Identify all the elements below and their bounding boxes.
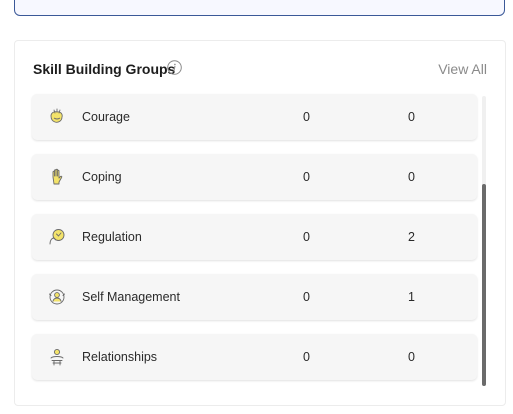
group-label: Regulation [82,230,142,244]
group-value-2: 1 [408,290,415,304]
group-row-relationships[interactable]: Relationships 0 0 [32,334,477,380]
group-value-1: 0 [303,290,310,304]
group-row-regulation[interactable]: Regulation 0 2 [32,214,477,260]
scrollbar-thumb[interactable] [482,184,486,386]
group-label: Coping [82,170,122,184]
group-label: Courage [82,110,130,124]
relationships-icon [50,348,64,366]
self-management-icon [49,289,65,305]
group-label: Relationships [82,350,158,364]
regulation-icon [49,229,65,245]
info-icon[interactable] [167,60,182,75]
group-row-self-management[interactable]: Self Management 0 1 [32,274,477,320]
courage-icon [50,108,63,123]
groups-list[interactable]: Courage 0 0 Coping 0 0 Regulation 0 2 Se… [32,94,477,405]
coping-icon [52,168,63,185]
group-value-1: 0 [303,170,310,184]
group-value-2: 0 [408,350,415,364]
card-title: Skill Building Groups [33,61,176,77]
skill-building-groups-card: Skill Building Groups View All Courage 0… [14,40,506,406]
list-scrollbar[interactable] [482,96,486,386]
group-value-1: 0 [303,350,310,364]
group-value-1: 0 [303,110,310,124]
group-value-2: 0 [408,110,415,124]
view-all-link[interactable]: View All [438,61,487,77]
group-value-1: 0 [303,230,310,244]
group-label: Self Management [82,290,180,304]
group-row-coping[interactable]: Coping 0 0 [32,154,477,200]
previous-panel-bottom [14,0,505,16]
group-row-courage[interactable]: Courage 0 0 [32,94,477,140]
group-value-2: 2 [408,230,415,244]
group-value-2: 0 [408,170,415,184]
